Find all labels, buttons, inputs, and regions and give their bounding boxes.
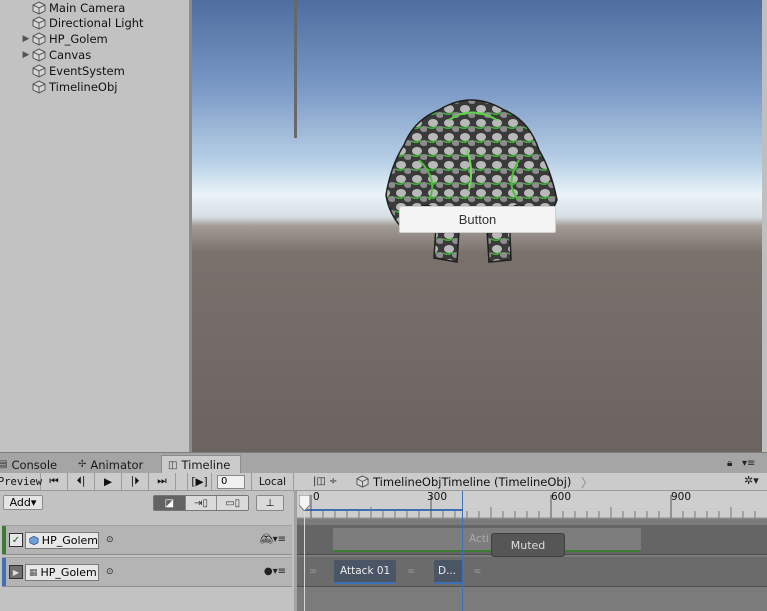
track-binding-field[interactable]: ▦ HP_Golem	[25, 564, 99, 581]
ripple-mode-button[interactable]: ⇥▯	[185, 496, 218, 510]
hierarchy-item-hp-golem[interactable]: ▶ HP_Golem	[20, 31, 108, 47]
timeline-selector-dropdown[interactable]: |◫ ÷	[313, 474, 343, 489]
activation-clip[interactable]: Acti	[333, 528, 641, 552]
muted-overlay: Muted	[491, 533, 565, 557]
ruler-label-0: 0	[313, 491, 320, 503]
ruler-label-300: 300	[427, 491, 448, 503]
object-picker-icon[interactable]: ⊙	[106, 535, 114, 545]
hierarchy-item-canvas[interactable]: ▶ Canvas	[20, 47, 92, 63]
hierarchy-item-label: Directional Light	[49, 16, 144, 30]
playhead-handle[interactable]	[299, 495, 310, 511]
gameobject-cube-icon	[32, 16, 46, 30]
track-play-toggle[interactable]: ▶	[9, 565, 23, 579]
clips-area[interactable]: Acti Muted ∞ Attack 01 ∞ D... ∞	[297, 519, 767, 611]
tab-console[interactable]: ▤ Console	[0, 455, 63, 474]
ruler-ticks	[297, 495, 767, 519]
track-header-animation[interactable]: ▶ ▦ HP_Golem ⊙ ●▾≡	[2, 557, 292, 587]
header-divider[interactable]	[294, 0, 297, 138]
lock-icon[interactable]: 🔒︎	[727, 458, 732, 469]
hierarchy-panel: Main Camera Directional Light ▶ HP_Golem…	[0, 0, 190, 452]
clip-label: D...	[438, 565, 457, 577]
record-icon[interactable]: ●▾≡	[264, 566, 286, 577]
gear-icon[interactable]: ✲▾	[744, 474, 759, 487]
mute-icon[interactable]: 🙈︎▾≡	[260, 534, 286, 545]
track-enabled-checkbox[interactable]: ✓	[9, 533, 23, 547]
expand-arrow-icon[interactable]: ▶	[20, 50, 32, 60]
ruler-label-600: 600	[551, 491, 572, 503]
go-to-end-button[interactable]: ⏭	[149, 473, 176, 490]
gameobject-cube-icon	[32, 48, 46, 62]
hierarchy-item-main-camera[interactable]: Main Camera	[20, 0, 125, 16]
track-header-area: Add▾ ◪ ⇥▯ ▭▯ ⊥ ✓ HP_Golem ⊙ 🙈︎▾≡ ▶ ▦ HP_…	[0, 491, 294, 611]
timeline-toolbar: Preview ⏮ ⏴| ▶ |⏵ ⏭ [▶] 0 Local |◫ ÷ Tim…	[0, 473, 767, 491]
tab-label: Console	[11, 457, 58, 472]
gameobject-cube-icon	[356, 475, 369, 488]
tab-timeline[interactable]: ◫ Timeline	[161, 455, 241, 474]
frame-field[interactable]: 0	[217, 475, 245, 489]
ui-button[interactable]: Button	[399, 206, 556, 233]
mix-mode-button[interactable]: ◪	[154, 496, 186, 510]
track-binding-label: HP_Golem	[41, 534, 98, 547]
attack-clip[interactable]: Attack 01	[334, 560, 396, 584]
breadcrumb-arrow-icon: 〉	[581, 476, 594, 490]
replace-mode-button[interactable]: ▭▯	[217, 496, 248, 510]
infinity-icon: ∞	[407, 566, 416, 577]
breadcrumb[interactable]: TimelineObjTimeline (TimelineObj)	[356, 473, 571, 490]
object-picker-icon[interactable]: ⊙	[106, 567, 114, 577]
add-track-button[interactable]: Add▾	[3, 495, 43, 510]
next-frame-button[interactable]: |⏵	[122, 473, 149, 490]
golem-model	[385, 99, 558, 263]
hierarchy-item-timelineobj[interactable]: TimelineObj	[20, 79, 117, 95]
track-binding-field[interactable]: HP_Golem	[25, 532, 99, 549]
hierarchy-item-directional-light[interactable]: Directional Light	[20, 15, 144, 31]
expand-arrow-icon[interactable]: ▶	[20, 34, 32, 44]
go-to-start-button[interactable]: ⏮	[41, 473, 68, 490]
timeline-end-marker[interactable]	[462, 491, 463, 611]
infinity-icon: ∞	[473, 566, 482, 577]
clip-label: Attack 01	[340, 565, 391, 577]
track-binding-label: HP_Golem	[40, 566, 97, 579]
play-range-button[interactable]: [▶]	[187, 473, 212, 490]
timeline-icon: ◫	[168, 459, 178, 471]
scene-scrollbar[interactable]	[762, 0, 767, 452]
play-button[interactable]: ▶	[95, 473, 122, 490]
hierarchy-item-eventsystem[interactable]: EventSystem	[20, 63, 125, 79]
tab-menu-icon[interactable]: ▾≡	[742, 458, 755, 469]
clip-row-animation: ∞ Attack 01 ∞ D... ∞	[297, 557, 767, 587]
window-tab-bar: ▤ Console ✢ Animator ◫ Timeline 🔒︎ ▾≡	[0, 452, 767, 474]
animator-icon: ✢	[78, 459, 87, 470]
second-clip[interactable]: D...	[434, 560, 462, 584]
tab-animator[interactable]: ✢ Animator	[72, 455, 149, 474]
track-header-activation[interactable]: ✓ HP_Golem ⊙ 🙈︎▾≡	[2, 525, 292, 555]
clip-label: Acti	[469, 533, 489, 545]
breadcrumb-label: TimelineObjTimeline (TimelineObj)	[373, 474, 572, 489]
local-time-button[interactable]: Local	[251, 473, 294, 490]
gameobject-cube-icon	[32, 80, 46, 94]
infinity-icon: ∞	[309, 566, 318, 577]
clip-row-activation: Acti Muted	[297, 525, 767, 557]
ruler-label-900: 900	[671, 491, 692, 503]
tab-label: Timeline	[181, 458, 231, 472]
animator-grid-icon: ▦	[29, 567, 38, 578]
tab-label: Animator	[90, 457, 144, 472]
hierarchy-item-label: HP_Golem	[49, 32, 108, 46]
previous-frame-button[interactable]: ⏴|	[68, 473, 95, 490]
hierarchy-item-label: Canvas	[49, 48, 92, 62]
time-ruler[interactable]: 0 300 600 900	[297, 491, 767, 519]
gameobject-cube-icon	[32, 64, 46, 78]
track-color-bar	[2, 558, 6, 586]
hierarchy-item-label: EventSystem	[49, 64, 125, 78]
gameobject-cube-icon	[29, 535, 39, 546]
hierarchy-item-label: Main Camera	[49, 1, 126, 15]
pin-icon[interactable]: ⊥	[256, 495, 284, 511]
edit-mode-group: ◪ ⇥▯ ▭▯	[153, 495, 249, 511]
timeline-selector-icon: |◫ ÷	[313, 476, 338, 487]
hierarchy-item-label: TimelineObj	[49, 80, 118, 94]
gameobject-cube-icon	[32, 1, 46, 15]
console-icon: ▤	[0, 459, 8, 470]
gameobject-cube-icon	[32, 32, 46, 46]
track-color-bar	[2, 526, 6, 554]
scene-view[interactable]: Button	[192, 0, 767, 452]
preview-button[interactable]: Preview	[0, 473, 42, 490]
